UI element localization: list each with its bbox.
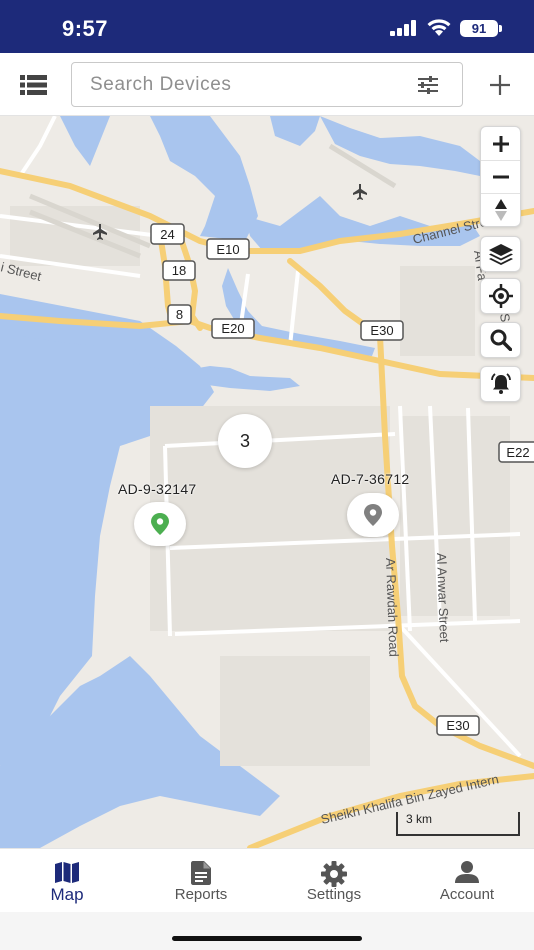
tab-reports[interactable]: Reports	[134, 849, 268, 913]
road-label: 8	[176, 307, 183, 322]
wifi-icon	[427, 19, 451, 36]
home-indicator-area	[0, 912, 534, 950]
map-pin-icon	[151, 513, 169, 535]
compass-icon	[494, 199, 507, 221]
tab-account[interactable]: Account	[400, 849, 534, 913]
tab-account-label: Account	[439, 886, 495, 903]
tab-settings[interactable]: Settings	[267, 849, 401, 913]
map-view[interactable]: 24 18 8 E10 E20 E30 E30 E22 Channel Stre…	[0, 116, 534, 848]
layers-button[interactable]	[480, 236, 521, 272]
road-label: 18	[172, 263, 186, 278]
tab-settings-label: Settings	[306, 886, 362, 903]
device-marker[interactable]	[347, 493, 399, 537]
cellular-signal-icon	[390, 20, 416, 36]
sliders-icon[interactable]	[416, 75, 440, 95]
street-name: Ar Rawdah Road	[383, 558, 401, 657]
road-label: E30	[446, 718, 469, 733]
crosshair-icon	[488, 284, 513, 308]
document-icon	[191, 861, 211, 885]
map-icon	[55, 862, 79, 883]
alerts-button[interactable]	[480, 366, 521, 402]
zoom-in-button[interactable]	[481, 127, 520, 161]
zoom-out-button[interactable]	[481, 161, 520, 194]
scale-label: 3 km	[406, 812, 433, 826]
home-indicator[interactable]	[172, 936, 362, 941]
road-label: E20	[221, 321, 244, 336]
zoom-controls	[480, 126, 521, 227]
device-label: AD-7-36712	[331, 471, 410, 487]
road-label: E30	[370, 323, 393, 338]
plus-icon[interactable]	[488, 73, 512, 97]
map-base-layer: 24 18 8 E10 E20 E30 E30 E22 Channel Stre…	[0, 116, 534, 848]
device-label: AD-9-32147	[118, 481, 197, 497]
person-icon	[455, 861, 479, 883]
map-search-button[interactable]	[480, 322, 521, 358]
gear-icon	[321, 861, 347, 887]
map-scale-bar: 3 km	[396, 812, 520, 836]
top-bar	[0, 53, 534, 116]
device-cluster-marker[interactable]: 3	[218, 414, 272, 468]
layers-icon	[488, 244, 513, 265]
street-name: Al Anwar Street	[434, 553, 452, 643]
compass-button[interactable]	[481, 194, 520, 226]
map-pin-icon	[364, 504, 382, 526]
bell-icon	[490, 373, 511, 394]
plus-icon	[492, 135, 509, 152]
road-label: E10	[216, 242, 239, 257]
tab-reports-label: Reports	[174, 886, 228, 903]
search-input[interactable]	[90, 72, 400, 98]
status-time: 9:57	[62, 16, 109, 41]
tab-map[interactable]: Map	[0, 849, 134, 913]
status-bar: 9:57 91	[0, 0, 534, 53]
search-box	[71, 62, 463, 107]
search-icon	[490, 329, 512, 351]
battery-icon: 91	[460, 20, 498, 37]
list-icon[interactable]	[20, 75, 47, 95]
locate-button[interactable]	[480, 278, 521, 314]
road-label: 24	[160, 227, 174, 242]
road-label: E22	[506, 445, 529, 460]
bottom-nav: Map Reports Settings Account	[0, 848, 534, 912]
battery-tip	[499, 25, 502, 32]
minus-icon	[492, 175, 509, 179]
device-marker[interactable]	[134, 502, 186, 546]
tab-map-label: Map	[50, 885, 84, 904]
